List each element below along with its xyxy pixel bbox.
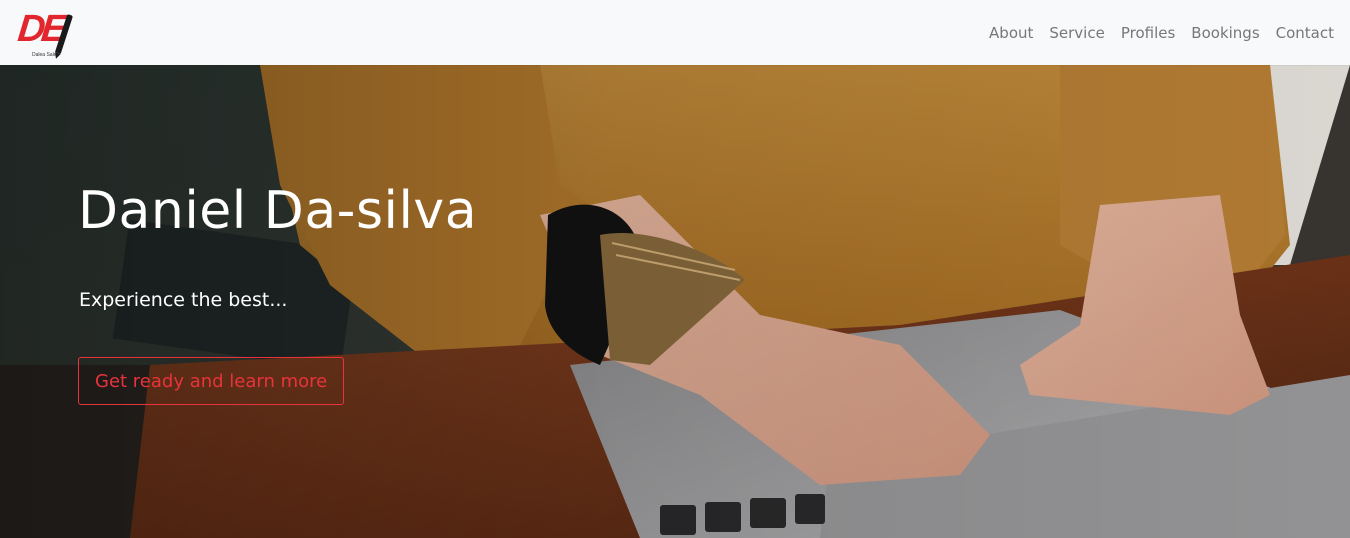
nav-link-bookings[interactable]: Bookings <box>1183 24 1267 42</box>
hero-section: Daniel Da-silva Experience the best... G… <box>0 65 1350 538</box>
logo-caption: Dalea Sale <box>32 51 57 58</box>
learn-more-button[interactable]: Get ready and learn more <box>78 357 345 405</box>
nav-link-service[interactable]: Service <box>1041 24 1112 42</box>
hero-title: Daniel Da-silva <box>78 181 478 241</box>
nav-link-profiles[interactable]: Profiles <box>1113 24 1183 42</box>
brand-logo[interactable]: DE Dalea Sale <box>16 8 76 58</box>
navbar: DE Dalea Sale About Service Profiles Boo… <box>0 0 1350 65</box>
nav-link-about[interactable]: About <box>981 24 1041 42</box>
nav-links: About Service Profiles Bookings Contact <box>981 24 1342 42</box>
hero-subtitle: Experience the best... <box>79 289 288 311</box>
nav-link-contact[interactable]: Contact <box>1268 24 1342 42</box>
